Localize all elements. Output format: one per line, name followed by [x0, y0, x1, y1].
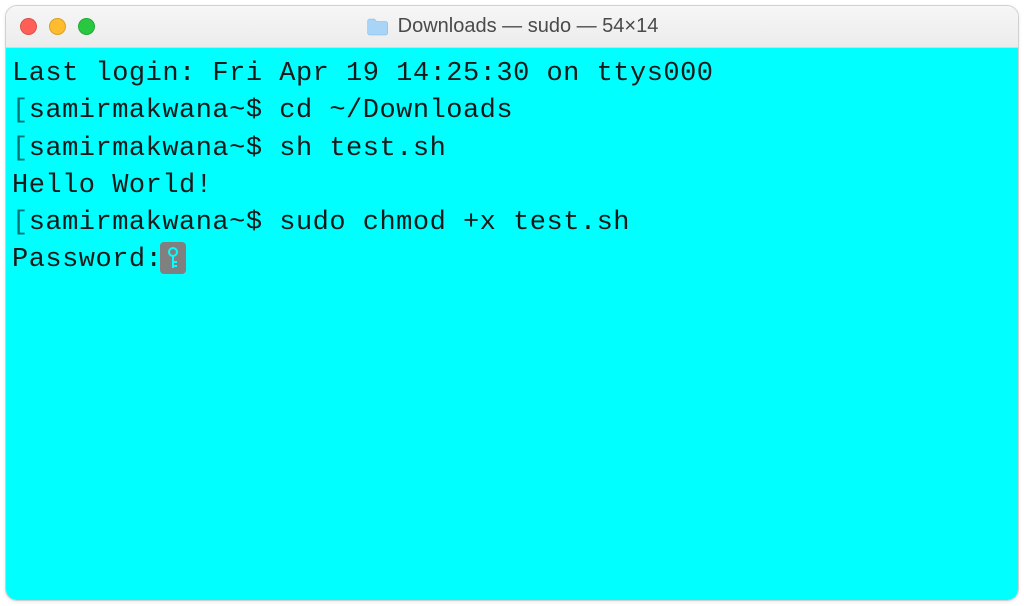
prompt-line-3: [samirmakwana~$ sudo chmod +x test.sh: [12, 205, 1012, 242]
prompt-line-1: [samirmakwana~$ cd ~/Downloads: [12, 93, 1012, 130]
prompt-line-2: [samirmakwana~$ sh test.sh: [12, 131, 1012, 168]
terminal-window: Downloads — sudo — 54×14 Last login: Fri…: [5, 5, 1019, 601]
window-title-bar[interactable]: Downloads — sudo — 54×14: [6, 6, 1018, 48]
terminal-content[interactable]: Last login: Fri Apr 19 14:25:30 on ttys0…: [6, 48, 1018, 600]
key-icon: [160, 242, 186, 274]
window-title-text: Downloads — sudo — 54×14: [398, 15, 659, 38]
last-login-line: Last login: Fri Apr 19 14:25:30 on ttys0…: [12, 56, 1012, 93]
output-line-1: Hello World!: [12, 168, 1012, 205]
window-title: Downloads — sudo — 54×14: [366, 15, 659, 38]
folder-icon: [366, 17, 390, 37]
zoom-button[interactable]: [78, 18, 95, 35]
close-button[interactable]: [20, 18, 37, 35]
password-prompt-line: Password:: [12, 242, 1012, 279]
traffic-lights: [20, 18, 95, 35]
minimize-button[interactable]: [49, 18, 66, 35]
